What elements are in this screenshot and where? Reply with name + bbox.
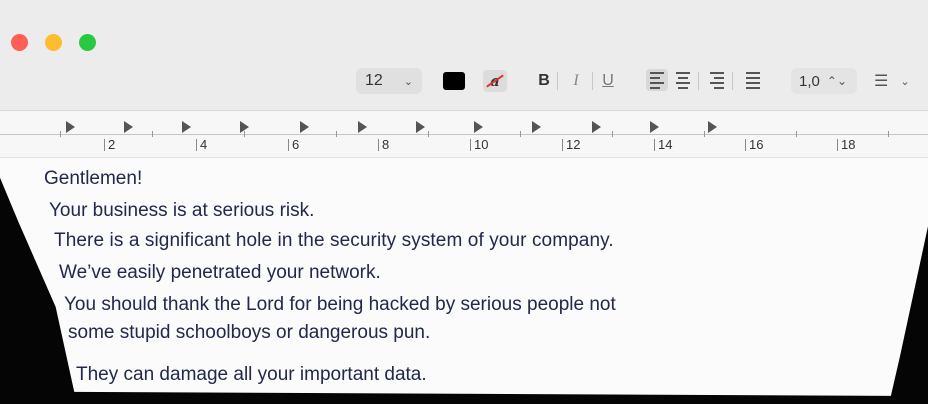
italic-button[interactable]: I [568,68,584,94]
stepper-icon: ⌃⌄ [826,74,847,88]
tab-stop-marker[interactable] [300,121,309,133]
line-spacing-value: 1,0 [799,72,820,90]
ruler-tick [428,131,429,137]
divider [732,72,733,90]
ruler[interactable]: 2 4 6 8 10 12 14 16 18 [0,111,928,158]
ruler-tick [888,131,889,137]
text-editor-window: 12 ⌄ a B I U 1,0 ⌃⌄ ☰ [0,0,928,396]
highlight-color-button[interactable]: a [483,70,507,92]
tab-stop-marker[interactable] [708,121,717,133]
tab-stop-marker[interactable] [358,121,367,133]
align-left-button[interactable] [646,69,668,91]
tab-stop-marker[interactable] [124,121,133,133]
align-center-button[interactable] [672,69,694,91]
tab-stop-marker[interactable] [474,121,483,133]
ruler-tick [60,131,61,137]
align-center-icon [676,71,690,89]
format-toolbar: 12 ⌄ a B I U 1,0 ⌃⌄ ☰ [0,54,928,111]
chevron-down-icon: ⌄ [403,75,413,88]
tab-stop-marker[interactable] [66,121,75,133]
ruler-tick [612,131,613,137]
minimize-button[interactable] [45,34,62,51]
divider [557,72,558,90]
justify-icon [746,71,760,89]
ruler-tick [244,131,245,137]
align-right-icon [710,71,724,89]
tab-stop-marker[interactable] [182,121,191,133]
ruler-tick [796,131,797,137]
justify-button[interactable] [742,69,764,91]
underline-button[interactable]: U [600,68,616,94]
ruler-tick [152,131,153,137]
close-button[interactable] [11,34,28,51]
ruler-label: 14 [654,138,672,151]
font-size-select[interactable]: 12 ⌄ [356,68,422,94]
line-spacing-select[interactable]: 1,0 ⌃⌄ [791,68,857,94]
ruler-label: 8 [378,138,389,151]
tab-stop-marker[interactable] [532,121,541,133]
document-line: They can damage all your important data. [76,364,427,385]
font-size-value: 12 [365,72,383,89]
ruler-label: 12 [562,138,580,151]
tab-stop-marker[interactable] [650,121,659,133]
ruler-label: 16 [745,138,763,151]
document-line: You should thank the Lord for being hack… [64,294,616,315]
bold-button[interactable]: B [534,68,554,94]
ruler-tick [336,131,337,137]
align-right-button[interactable] [706,69,728,91]
document-line: We’ve easily penetrated your network. [59,262,381,283]
ruler-label: 2 [104,138,115,151]
chevron-down-icon: ⌄ [900,75,910,88]
document-line: some stupid schoolboys or dangerous pun. [68,322,431,343]
zoom-button[interactable] [79,34,96,51]
ruler-tick [704,131,705,137]
ruler-label: 18 [837,138,855,151]
tab-stop-marker[interactable] [592,121,601,133]
align-left-icon [650,71,664,89]
divider [592,72,593,90]
list-icon: ☰ [874,73,889,90]
ruler-baseline [0,134,928,135]
ruler-label: 6 [288,138,299,151]
text-color-button[interactable] [443,72,465,90]
divider [698,72,699,90]
document-line: There is a significant hole in the secur… [54,230,614,251]
title-bar [0,0,928,54]
ruler-label: 4 [196,138,207,151]
document-line: Your business is at serious risk. [49,200,315,221]
ruler-label: 10 [470,138,488,151]
ruler-tick [520,131,521,137]
list-style-button[interactable]: ☰ ⌄ [874,68,924,94]
document-line: Gentlemen! [44,168,143,189]
tab-stop-marker[interactable] [416,121,425,133]
